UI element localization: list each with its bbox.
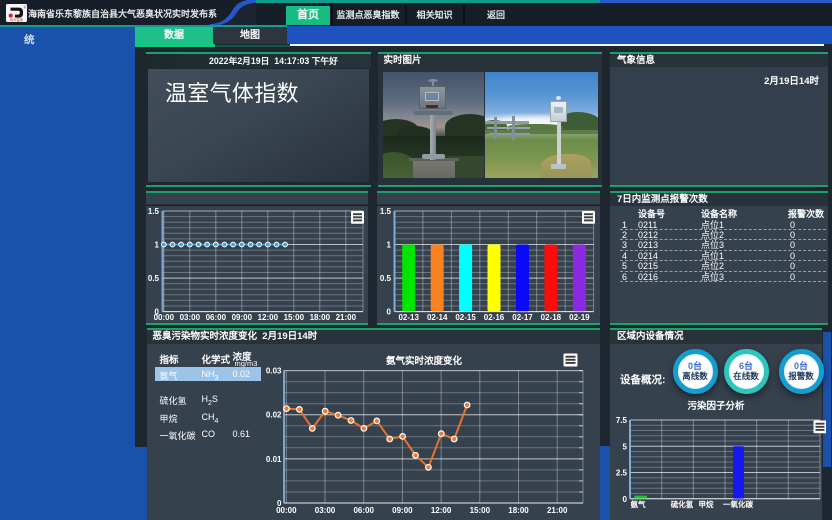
- svg-text:0.02: 0.02: [266, 411, 282, 420]
- svg-text:09:00: 09:00: [392, 506, 413, 515]
- svg-text:02-15: 02-15: [455, 313, 476, 322]
- svg-text:一氧化碳: 一氧化碳: [723, 499, 753, 509]
- svg-text:02-17: 02-17: [512, 313, 533, 322]
- svg-text:2.5: 2.5: [616, 469, 628, 478]
- svg-text:0.5: 0.5: [148, 274, 160, 283]
- svg-text:1.5: 1.5: [380, 207, 392, 216]
- svg-text:0.01: 0.01: [266, 455, 282, 464]
- svg-text:18:00: 18:00: [508, 506, 529, 515]
- svg-text:15:00: 15:00: [284, 313, 305, 322]
- svg-text:氨气: 氨气: [631, 499, 646, 509]
- svg-text:21:00: 21:00: [336, 313, 357, 322]
- svg-text:02-16: 02-16: [484, 313, 505, 322]
- svg-text:0: 0: [623, 495, 628, 504]
- svg-text:0.5: 0.5: [380, 274, 392, 283]
- svg-text:03:00: 03:00: [180, 313, 201, 322]
- svg-text:硫化氢: 硫化氢: [671, 499, 694, 509]
- svg-text:科大智造: 科大智造: [10, 17, 24, 22]
- svg-text:02-13: 02-13: [398, 313, 419, 322]
- svg-text:02-18: 02-18: [541, 313, 562, 322]
- svg-text:1: 1: [155, 241, 160, 250]
- svg-text:09:00: 09:00: [232, 313, 253, 322]
- svg-text:1: 1: [387, 241, 392, 250]
- svg-text:5: 5: [623, 442, 628, 451]
- svg-text:00:00: 00:00: [276, 506, 297, 515]
- svg-text:00:00: 00:00: [154, 313, 175, 322]
- svg-text:02-19: 02-19: [569, 313, 590, 322]
- svg-text:®: ®: [24, 6, 27, 10]
- svg-text:21:00: 21:00: [547, 506, 568, 515]
- svg-text:06:00: 06:00: [353, 506, 374, 515]
- svg-text:氨气实时浓度变化: 氨气实时浓度变化: [386, 355, 463, 367]
- svg-text:06:00: 06:00: [206, 313, 227, 322]
- svg-text:02-14: 02-14: [427, 313, 448, 322]
- svg-text:18:00: 18:00: [310, 313, 331, 322]
- svg-text:12:00: 12:00: [431, 506, 452, 515]
- svg-text:7.5: 7.5: [616, 416, 628, 425]
- svg-text:0.03: 0.03: [266, 367, 282, 376]
- svg-text:12:00: 12:00: [258, 313, 279, 322]
- svg-text:0: 0: [387, 308, 392, 317]
- svg-text:03:00: 03:00: [315, 506, 336, 515]
- svg-text:1.5: 1.5: [148, 207, 160, 216]
- svg-text:15:00: 15:00: [470, 506, 491, 515]
- svg-text:甲烷: 甲烷: [699, 499, 714, 509]
